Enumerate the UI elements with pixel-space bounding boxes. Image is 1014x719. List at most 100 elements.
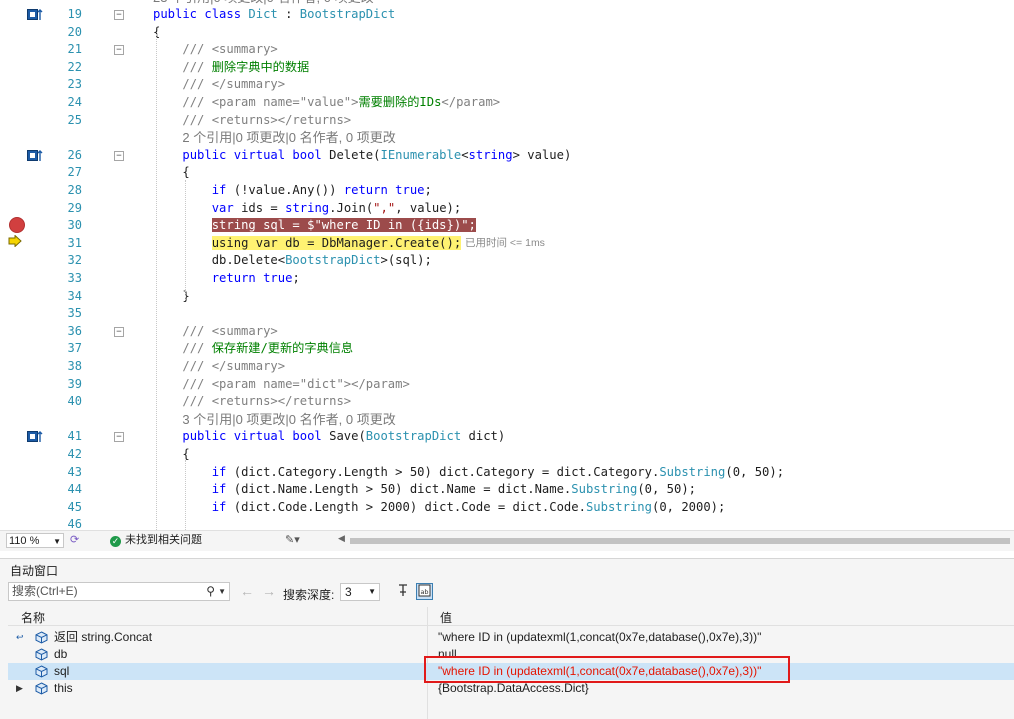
horizontal-scrollbar[interactable]: ◀ bbox=[338, 533, 1010, 546]
line-number: 45 bbox=[67, 499, 82, 514]
code-lens[interactable]: 2 个引用|0 项更改|0 名作者, 0 项更改 bbox=[182, 129, 395, 147]
code-line[interactable]: 37 /// 保存新建/更新的字典信息 bbox=[0, 340, 1014, 358]
code-line[interactable]: 24 /// <param name="value">需要删除的IDs</para… bbox=[0, 94, 1014, 112]
code-token: (0, 2000); bbox=[651, 499, 726, 514]
code-area[interactable]: 23 个引用|0 项更改|0 名作者, 0 项更改19−public class… bbox=[0, 0, 1014, 530]
code-line[interactable]: 34} bbox=[0, 288, 1014, 306]
code-line[interactable]: 41 − public virtual bool Save(BootstrapDic… bbox=[0, 428, 1014, 446]
breakpoint-icon[interactable] bbox=[9, 217, 25, 233]
pin-icon[interactable] bbox=[394, 583, 411, 600]
code-line[interactable]: 21 − /// <summary> bbox=[0, 41, 1014, 59]
code-token: ; bbox=[292, 271, 300, 285]
code-line[interactable]: 45 if (dict.Code.Length > 2000) dict.Code… bbox=[0, 499, 1014, 517]
forward-arrow-icon[interactable]: → bbox=[262, 584, 276, 598]
code-line[interactable]: 43 if (dict.Category.Length > 50) dict.Ca… bbox=[0, 464, 1014, 482]
code-line[interactable]: 26 − public virtual bool Delete(IEnumerabl… bbox=[0, 147, 1014, 165]
code-line[interactable]: 40 /// <returns></returns> bbox=[0, 393, 1014, 411]
collapse-icon[interactable]: − bbox=[114, 432, 124, 443]
chevron-down-icon[interactable]: ▼ bbox=[218, 583, 226, 600]
column-header-name[interactable]: 名称 bbox=[21, 609, 45, 626]
code-token: /// </summary> bbox=[182, 359, 286, 373]
line-number: 22 bbox=[67, 59, 82, 74]
perf-tip[interactable]: 已用时间 <= 1ms bbox=[465, 235, 545, 253]
code-editor[interactable]: 23 个引用|0 项更改|0 名作者, 0 项更改19−public class… bbox=[0, 0, 1014, 530]
issues-indicator[interactable]: ✓ 未找到相关问题 bbox=[110, 533, 202, 548]
search-icon[interactable]: ⚲ bbox=[206, 583, 215, 600]
variable-value[interactable]: "where ID in (updatexml(1,concat(0x7e,da… bbox=[438, 629, 761, 646]
current-statement-arrow-icon bbox=[8, 235, 22, 247]
code-line[interactable]: 38 /// </summary> bbox=[0, 358, 1014, 376]
chevron-down-icon: ▼ bbox=[53, 537, 61, 546]
variable-icon bbox=[35, 631, 48, 644]
indent-guide bbox=[156, 34, 157, 530]
code-token: /// <param name="value"> bbox=[182, 95, 359, 109]
editor-status-bar: 110 % ▼ ⟳ ✓ 未找到相关问题 ✎▾ ◀ bbox=[0, 530, 1014, 551]
scroll-left-icon[interactable]: ◀ bbox=[338, 533, 345, 544]
line-number: 44 bbox=[67, 482, 82, 497]
code-line[interactable]: 27 { bbox=[0, 164, 1014, 182]
line-number: 39 bbox=[67, 376, 82, 391]
line-number: 38 bbox=[67, 359, 82, 373]
code-token: (dict.Code.Length > 2000) dict.Code = di… bbox=[233, 499, 586, 514]
code-text: public class Dict : BootstrapDict bbox=[153, 6, 395, 24]
search-input[interactable]: 搜索(Ctrl+E) ⚲ ▼ bbox=[8, 582, 230, 601]
code-token: BootstrapDict bbox=[365, 429, 462, 444]
collapse-icon[interactable]: − bbox=[114, 326, 124, 337]
refresh-icon[interactable]: ⟳ bbox=[70, 533, 79, 546]
line-number: 34 bbox=[67, 288, 82, 303]
code-token: .Join( bbox=[329, 200, 374, 215]
zoom-dropdown[interactable]: 110 % ▼ bbox=[6, 533, 64, 548]
code-text: /// </summary> bbox=[182, 76, 285, 94]
code-text: /// <summary> bbox=[182, 323, 277, 341]
expand-icon[interactable]: ▶ bbox=[16, 680, 23, 697]
search-depth-value: 3 bbox=[345, 585, 352, 599]
line-number: 37 bbox=[67, 341, 82, 356]
code-line[interactable]: 36 − /// <summary> bbox=[0, 323, 1014, 341]
column-header-value[interactable]: 值 bbox=[440, 609, 452, 626]
code-line[interactable]: 30 string sql = $"where ID in ({ids})"; bbox=[0, 217, 1014, 235]
code-line[interactable]: 29 var ids = string.Join(",", value); bbox=[0, 200, 1014, 218]
code-token: dict) bbox=[461, 429, 506, 444]
code-line[interactable]: 22 /// 删除字典中的数据 bbox=[0, 59, 1014, 77]
code-token: public virtual bool bbox=[182, 429, 330, 444]
code-line[interactable]: 39 /// <param name="dict"></param> bbox=[0, 376, 1014, 394]
line-number: 30 bbox=[67, 218, 82, 233]
code-token: if bbox=[211, 464, 234, 479]
code-token: (0, 50); bbox=[637, 482, 697, 497]
autos-row[interactable]: ↩ 返回 string.Concat "where ID in (updatexml… bbox=[8, 629, 1014, 646]
back-arrow-icon[interactable]: ← bbox=[240, 584, 254, 598]
code-line[interactable]: 44 if (dict.Name.Length > 50) dict.Name =… bbox=[0, 481, 1014, 499]
code-line[interactable]: 42 { bbox=[0, 446, 1014, 464]
code-map-icon[interactable] bbox=[27, 149, 45, 162]
code-line[interactable]: 20{ bbox=[0, 24, 1014, 42]
code-line[interactable]: 33 return true; bbox=[0, 270, 1014, 288]
collapse-icon[interactable]: − bbox=[114, 10, 124, 20]
scrollbar-thumb[interactable] bbox=[350, 538, 1010, 544]
code-line[interactable]: 31 using var db = DbManager.Create(); 已用时间… bbox=[0, 235, 1014, 253]
code-token: /// <summary> bbox=[182, 42, 278, 57]
brush-icon[interactable]: ✎▾ bbox=[285, 533, 300, 546]
line-number: 27 bbox=[67, 165, 82, 180]
code-line[interactable]: 19 − public class Dict : BootstrapDict bbox=[0, 6, 1014, 24]
code-lens[interactable]: 3 个引用|0 项更改|0 名作者, 0 项更改 bbox=[182, 411, 395, 429]
collapse-icon[interactable]: − bbox=[114, 45, 124, 56]
code-token: if bbox=[211, 183, 234, 197]
code-text: public virtual bool Delete(IEnumerable<s… bbox=[182, 147, 571, 165]
hex-display-icon[interactable]: ab bbox=[416, 583, 433, 600]
code-line[interactable]: 25 /// <returns></returns> bbox=[0, 112, 1014, 130]
code-line[interactable]: 35 bbox=[0, 305, 1014, 323]
code-map-icon[interactable] bbox=[27, 9, 45, 21]
code-line[interactable]: 28 if (!value.Any()) return true; bbox=[0, 182, 1014, 200]
collapse-icon[interactable]: − bbox=[114, 150, 124, 161]
search-depth-dropdown[interactable]: 3 ▼ bbox=[340, 583, 380, 601]
code-line[interactable]: 32 db.Delete<BootstrapDict>(sql); bbox=[0, 252, 1014, 270]
code-map-icon[interactable] bbox=[27, 431, 45, 443]
code-text: /// <param name="dict"></param> bbox=[182, 376, 409, 394]
line-number: 19 bbox=[67, 7, 82, 21]
code-text: /// 删除字典中的数据 bbox=[182, 59, 309, 77]
code-line[interactable]: 46 bbox=[0, 516, 1014, 530]
code-text: /// <param name="value">需要删除的IDs</param> bbox=[182, 94, 500, 112]
code-line[interactable]: 23 /// </summary> bbox=[0, 76, 1014, 94]
code-token: 需要删除的IDs bbox=[358, 95, 442, 109]
code-text: /// <returns></returns> bbox=[182, 393, 351, 411]
